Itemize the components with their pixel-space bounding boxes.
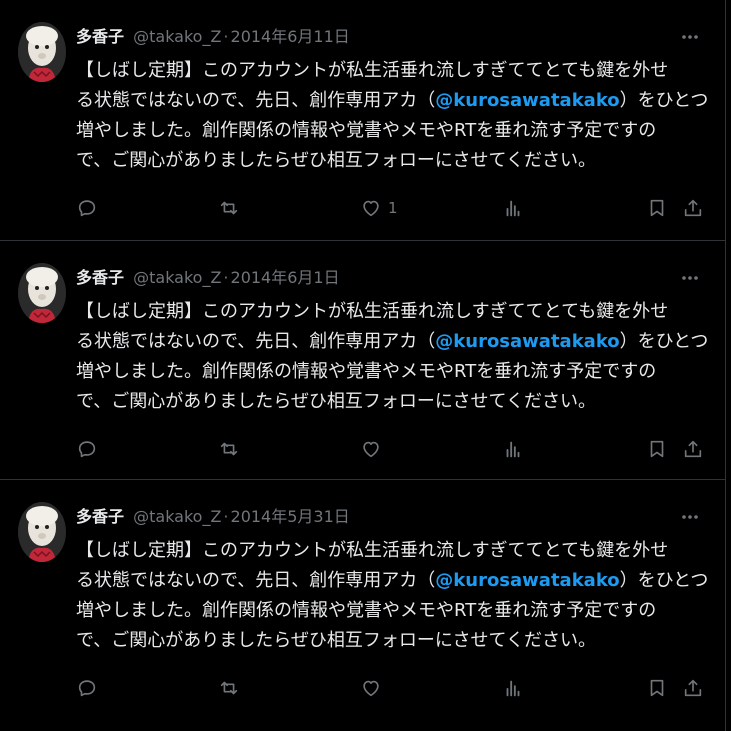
share-icon xyxy=(684,199,702,217)
more-horizontal-icon[interactable] xyxy=(679,504,701,530)
tweet-text-line: 増やしました。創作関係の情報や覚書やメモやRTを垂れ流す予定ですの xyxy=(76,361,657,382)
like-button[interactable] xyxy=(360,433,388,465)
views-chart-icon xyxy=(506,200,520,217)
tweet[interactable]: 多香子 @takako_Z · 2014年5月31日 【しばし定期】このアカウントが… xyxy=(0,480,725,731)
bookmark-icon xyxy=(650,679,664,697)
bookmark-icon xyxy=(650,440,664,458)
tweet-header: 多香子 @takako_Z · 2014年6月1日 xyxy=(76,265,340,291)
action-bar: 1 xyxy=(76,192,708,224)
share-button[interactable] xyxy=(682,433,704,465)
share-button[interactable] xyxy=(682,192,704,224)
retweet-icon xyxy=(220,681,238,695)
views-button[interactable] xyxy=(502,672,524,704)
reply-button[interactable] xyxy=(76,672,98,704)
handle[interactable]: @takako_Z xyxy=(133,268,221,287)
separator-dot: · xyxy=(223,27,229,46)
retweet-icon xyxy=(220,442,238,456)
tweet-text: 【しばし定期】このアカウントが私生活垂れ流しすぎててとても鍵を外せ る状態ではな… xyxy=(76,56,708,176)
tweet-text-segment: る状態ではないので、先日、創作専用アカ（ xyxy=(76,331,436,352)
tweet-header: 多香子 @takako_Z · 2014年5月31日 xyxy=(76,504,350,530)
share-icon xyxy=(684,440,702,458)
avatar[interactable] xyxy=(18,22,66,82)
more-horizontal-icon[interactable] xyxy=(679,24,701,50)
share-button[interactable] xyxy=(682,672,704,704)
bookmark-button[interactable] xyxy=(646,192,668,224)
handle[interactable]: @takako_Z xyxy=(133,507,221,526)
avatar[interactable] xyxy=(18,263,66,323)
display-name[interactable]: 多香子 xyxy=(76,27,124,46)
tweet-text-line: 増やしました。創作関係の情報や覚書やメモやRTを垂れ流す予定ですの xyxy=(76,120,657,141)
heart-icon xyxy=(363,200,379,217)
tweet-text-line: 【しばし定期】このアカウントが私生活垂れ流しすぎててとても鍵を外せ xyxy=(76,540,669,561)
retweet-button[interactable] xyxy=(218,192,240,224)
heart-icon xyxy=(363,441,379,458)
display-name[interactable]: 多香子 xyxy=(76,507,124,526)
mention-link[interactable]: @kurosawatakako xyxy=(435,90,619,111)
heart-icon xyxy=(363,680,379,697)
separator-dot: · xyxy=(223,268,229,287)
tweet[interactable]: 多香子 @takako_Z · 2014年6月11日 【しばし定期】このアカウントが… xyxy=(0,0,725,241)
handle[interactable]: @takako_Z xyxy=(133,27,221,46)
tweet-text: 【しばし定期】このアカウントが私生活垂れ流しすぎててとても鍵を外せ る状態ではな… xyxy=(76,297,708,417)
tweet-text-line: る状態ではないので、先日、創作専用アカ（@kurosawatakako）をひとつ xyxy=(76,566,708,596)
alpaca-avatar-image xyxy=(18,22,66,82)
timestamp[interactable]: 2014年5月31日 xyxy=(231,507,350,526)
like-button[interactable] xyxy=(360,672,388,704)
tweet-text-line: で、ご関心がありましたらぜひ相互フォローにさせてください。 xyxy=(76,150,597,171)
like-count: 1 xyxy=(388,199,398,217)
reply-icon xyxy=(78,680,96,697)
reply-icon xyxy=(78,441,96,458)
retweet-button[interactable] xyxy=(218,672,240,704)
separator-dot: · xyxy=(223,507,229,526)
bookmark-button[interactable] xyxy=(646,433,668,465)
tweet-text-line: で、ご関心がありましたらぜひ相互フォローにさせてください。 xyxy=(76,630,597,651)
reply-button[interactable] xyxy=(76,192,98,224)
timestamp[interactable]: 2014年6月1日 xyxy=(231,268,340,287)
reply-icon xyxy=(78,200,96,217)
action-bar xyxy=(76,672,708,704)
tweet-text-segment: る状態ではないので、先日、創作専用アカ（ xyxy=(76,90,436,111)
tweet-text: 【しばし定期】このアカウントが私生活垂れ流しすぎててとても鍵を外せ る状態ではな… xyxy=(76,536,708,656)
tweet-text-segment: る状態ではないので、先日、創作専用アカ（ xyxy=(76,570,436,591)
more-horizontal-icon[interactable] xyxy=(679,265,701,291)
mention-link[interactable]: @kurosawatakako xyxy=(435,331,619,352)
tweet-text-line: る状態ではないので、先日、創作専用アカ（@kurosawatakako）をひとつ xyxy=(76,327,708,357)
tweet-text-line: で、ご関心がありましたらぜひ相互フォローにさせてください。 xyxy=(76,391,597,412)
tweet[interactable]: 多香子 @takako_Z · 2014年6月1日 【しばし定期】このアカウントが私… xyxy=(0,241,725,480)
alpaca-avatar-image xyxy=(18,263,66,323)
display-name[interactable]: 多香子 xyxy=(76,268,124,287)
tweet-text-segment: ）をひとつ xyxy=(619,570,709,591)
bookmark-button[interactable] xyxy=(646,672,668,704)
tweet-text-segment: ）をひとつ xyxy=(619,90,709,111)
views-chart-icon xyxy=(506,680,520,697)
like-button[interactable]: 1 xyxy=(360,192,398,224)
tweet-text-segment: ）をひとつ xyxy=(619,331,709,352)
bookmark-icon xyxy=(650,199,664,217)
mention-link[interactable]: @kurosawatakako xyxy=(435,570,619,591)
tweet-text-line: 増やしました。創作関係の情報や覚書やメモやRTを垂れ流す予定ですの xyxy=(76,600,657,621)
tweet-header: 多香子 @takako_Z · 2014年6月11日 xyxy=(76,24,350,50)
alpaca-avatar-image xyxy=(18,502,66,562)
share-icon xyxy=(684,679,702,697)
retweet-icon xyxy=(220,201,238,215)
reply-button[interactable] xyxy=(76,433,98,465)
tweet-text-line: 【しばし定期】このアカウントが私生活垂れ流しすぎててとても鍵を外せ xyxy=(76,301,669,322)
tweet-feed: 多香子 @takako_Z · 2014年6月11日 【しばし定期】このアカウントが… xyxy=(0,0,726,731)
tweet-text-line: る状態ではないので、先日、創作専用アカ（@kurosawatakako）をひとつ xyxy=(76,86,708,116)
views-button[interactable] xyxy=(502,192,524,224)
action-bar xyxy=(76,433,708,465)
views-chart-icon xyxy=(506,441,520,458)
views-button[interactable] xyxy=(502,433,524,465)
tweet-text-line: 【しばし定期】このアカウントが私生活垂れ流しすぎててとても鍵を外せ xyxy=(76,60,669,81)
timestamp[interactable]: 2014年6月11日 xyxy=(231,27,350,46)
retweet-button[interactable] xyxy=(218,433,240,465)
avatar[interactable] xyxy=(18,502,66,562)
